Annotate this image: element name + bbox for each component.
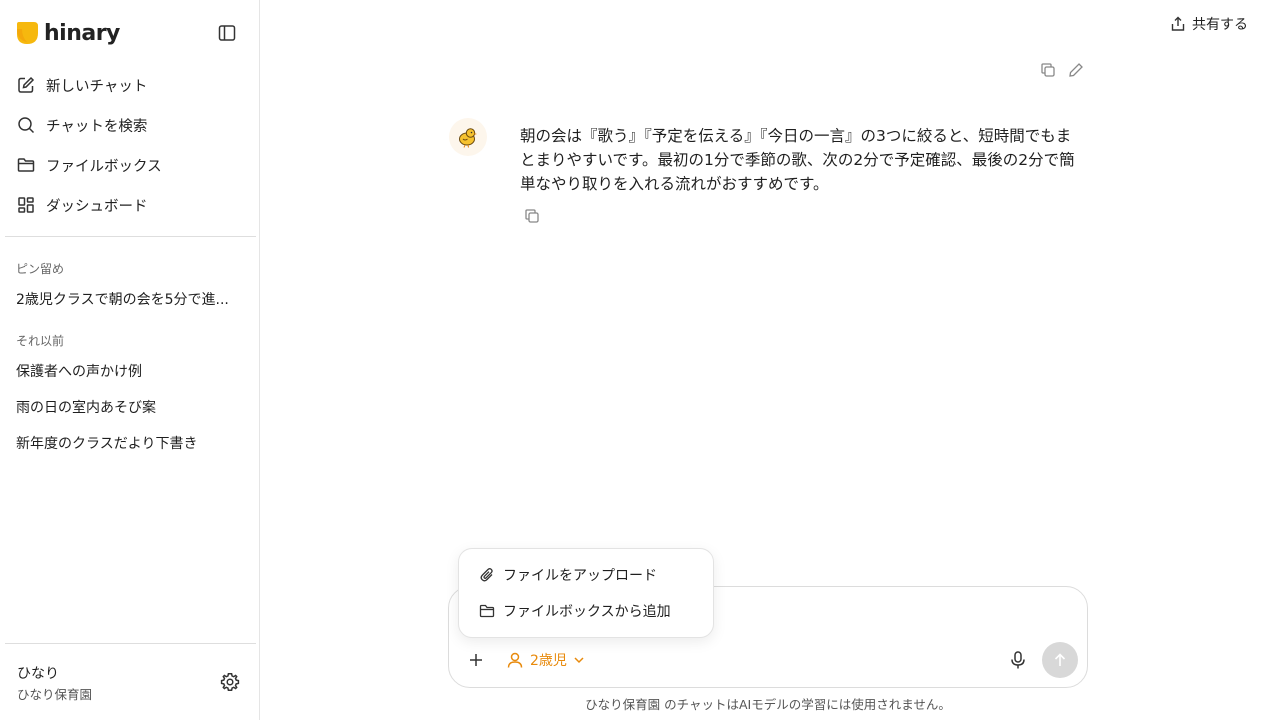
send-button[interactable] [1042,642,1078,678]
copy-message-button[interactable] [522,206,542,226]
earlier-section-label: それ以前 [16,334,65,348]
brand-name: hinary [44,20,120,46]
pencil-icon [1069,63,1083,77]
plus-icon [470,654,482,666]
share-label: 共有する [1192,17,1248,33]
chat-history-item[interactable]: 新年度のクラスだより下書き [16,433,241,453]
copy-icon [525,209,539,223]
folder-icon [16,155,36,175]
nav-label: チャットを検索 [46,118,148,135]
user-icon [507,652,523,668]
new-chat-button[interactable]: 新しいチャット [0,65,260,105]
share-button[interactable]: 共有する [1170,13,1248,35]
file-box-button[interactable]: ファイルボックス [0,145,260,185]
chat-history-item[interactable]: 雨の日の室内あそび案 [16,397,241,417]
brand-logo[interactable]: hinary [14,18,120,48]
folder-icon [479,604,495,618]
chevron-down-icon [574,657,584,664]
age-group-label: 2歳児 [530,653,567,669]
assistant-avatar [449,118,487,156]
sidebar-toggle-button[interactable] [214,20,240,46]
pinned-section-label: ピン留め [16,262,65,276]
sidebar-divider [5,643,256,644]
settings-button[interactable] [219,671,241,693]
chick-icon [459,128,477,148]
user-name: ひなり [17,666,59,682]
menu-item-label: ファイルボックスから追加 [503,604,671,620]
compose-icon [16,75,36,95]
edit-button[interactable] [1066,60,1086,80]
search-chats-button[interactable]: チャットを検索 [0,105,260,145]
dashboard-button[interactable]: ダッシュボード [0,185,260,225]
pinned-chat-item[interactable]: 2歳児クラスで朝の会を5分で進... [16,289,241,309]
search-icon [16,115,36,135]
copy-icon [1041,63,1055,77]
microphone-icon [1011,651,1025,669]
menu-item-label: ファイルをアップロード [503,568,657,584]
share-icon [1171,16,1185,31]
nav-label: ファイルボックス [46,158,162,175]
add-from-file-box-menu-item[interactable]: ファイルボックスから追加 [479,600,671,622]
sidebar: hinary 新しいチャット チャットを検索 ファイルボックス ダッシュボード … [0,0,260,720]
sidebar-nav: 新しいチャット チャットを検索 ファイルボックス ダッシュボード [0,65,260,225]
dashboard-icon [16,195,36,215]
arrow-up-icon [1054,653,1066,666]
age-group-select[interactable]: 2歳児 [506,649,585,671]
nav-label: 新しいチャット [46,78,148,95]
sidebar-toggle-icon [218,25,236,41]
attach-menu: ファイルをアップロード ファイルボックスから追加 [458,548,714,638]
upload-file-menu-item[interactable]: ファイルをアップロード [479,564,657,586]
copy-button[interactable] [1038,60,1058,80]
user-org: ひなり保育園 [17,687,93,702]
privacy-disclaimer: ひなり保育園 のチャットはAIモデルの学習には使用されません。 [585,697,951,712]
logo-icon [14,20,40,46]
attach-button[interactable] [466,650,486,670]
voice-input-button[interactable] [1006,648,1030,672]
chat-history-item[interactable]: 保護者への声かけ例 [16,361,241,381]
paperclip-icon [480,567,493,582]
assistant-message: 朝の会は『歌う』『予定を伝える』『今日の一言』の3つに絞ると、短時間でもまとまり… [520,127,1075,193]
nav-label: ダッシュボード [46,198,148,215]
gear-icon [220,673,240,691]
sidebar-divider [5,236,256,237]
